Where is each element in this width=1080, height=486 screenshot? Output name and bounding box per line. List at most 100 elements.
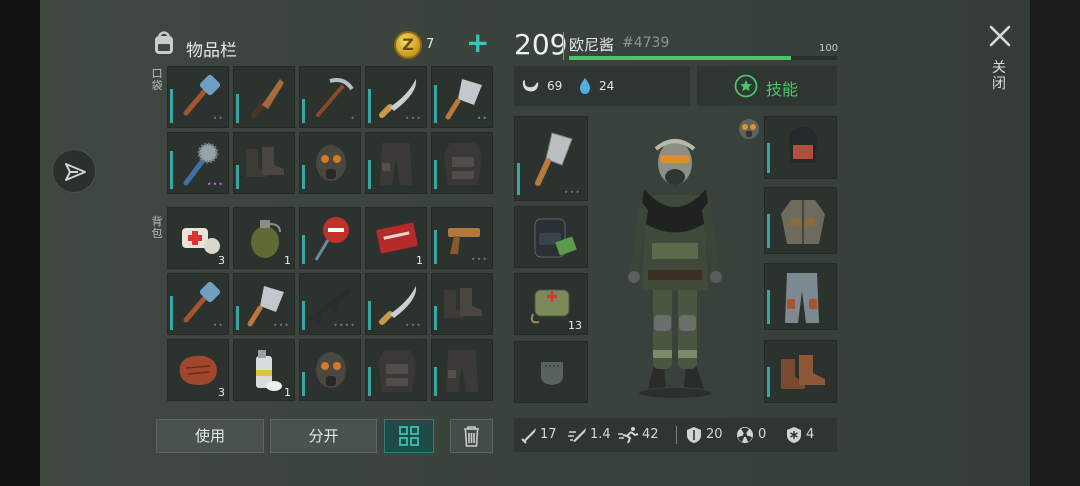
pants-icon [380,143,412,185]
backpack-item-icon [534,218,577,258]
game-screen: 物品栏 Z 7 + 口袋 背包 •• • ••• •• ••• 3 1 1 ••• •• ••• •… [0,0,1080,486]
backpack-slot[interactable]: ••• [233,273,295,335]
durability-bar [302,235,305,264]
durability-bar [170,296,173,330]
shield-icon [687,427,701,443]
durability-bar [302,99,305,123]
backpack-slot[interactable] [299,207,361,269]
item-count: 3 [218,254,225,267]
close-icon [989,25,1011,47]
item-count: 1 [284,386,291,399]
cold-icon [787,427,801,443]
item-count: 3 [218,386,225,399]
quality-dots: ••• [206,180,224,189]
backpack-slot[interactable]: 3 [167,207,229,269]
pocket-slot[interactable] [233,66,295,128]
backpack-slot[interactable]: •••• [299,273,361,335]
equip-body-slot[interactable] [764,187,837,254]
sort-grid-button[interactable] [384,419,434,453]
gas-mask-icon [316,352,346,388]
backpack-slot[interactable]: 1 [233,339,295,401]
sword-icon [521,428,536,444]
backpack-slot[interactable]: 3 [167,339,229,401]
pocket-slot[interactable] [299,132,361,194]
attack-speed-icon [568,428,586,442]
send-button[interactable] [52,149,96,193]
radiation-value: 0 [758,427,767,442]
equip-feet-slot[interactable] [764,340,837,403]
backpack-slot[interactable] [431,273,493,335]
durability-bar [368,89,371,123]
quality-dots: •• [212,114,224,123]
durability-bar [434,367,437,396]
jacket-icon [781,200,825,244]
stop-sign-icon [314,217,349,261]
durability-bar [434,160,437,189]
equip-head-slot[interactable] [764,116,837,179]
quality-dots: ••• [404,114,422,123]
player-tag: #4739 [622,35,670,51]
skills-label: 技能 [766,80,799,99]
spray-can-icon [256,350,282,391]
close-button[interactable] [986,22,1014,50]
backpack-icon [149,27,179,57]
gas-mask-icon [316,145,346,181]
pocket-slot[interactable] [233,132,295,194]
equip-bag-slot[interactable]: 13 [514,273,588,335]
radiation-icon [737,427,753,443]
quality-dots: •• [476,114,488,123]
backpack-label: 背包 [151,215,163,240]
quality-dots: •••• [333,321,356,330]
pocket-slot[interactable] [431,132,493,194]
cold-value: 4 [806,427,815,442]
add-coins-button[interactable]: + [466,28,489,58]
backpack-slot[interactable] [365,339,427,401]
food-value: 69 [547,79,563,93]
backpack-slot[interactable]: ••• [431,207,493,269]
backpack-slot[interactable]: •• [167,273,229,335]
quality-dots: ••• [404,321,422,330]
equip-legs-slot[interactable] [764,263,837,330]
pocket-slot[interactable]: • [299,66,361,128]
split-button[interactable]: 分开 [270,419,377,453]
boots-icon [246,147,284,177]
steak-icon [179,355,217,385]
pocket-slot[interactable]: •• [431,66,493,128]
equip-pocket-slot[interactable] [514,341,588,403]
equip-weapon-slot[interactable]: ••• [514,116,588,201]
durability-bar [302,165,305,189]
pants-icon [446,350,478,392]
quality-dots: •• [212,321,224,330]
quality-dots: ••• [470,255,488,264]
pocket-slot[interactable]: ••• [365,66,427,128]
backpack-slot[interactable]: 1 [233,207,295,269]
item-count: 1 [416,254,423,267]
water-value: 24 [599,79,615,93]
skills-button[interactable]: 技能 [697,66,837,106]
backpack-slot[interactable]: 1 [365,207,427,269]
backpack-slot[interactable] [431,339,493,401]
pocket-slot[interactable]: ••• [167,132,229,194]
bandage-icon [182,228,220,254]
water-drop-icon [579,78,591,94]
durability-bar [170,151,173,189]
level-divider [563,32,564,60]
pocket-icon [541,362,563,385]
durability-bar [434,230,437,264]
backpack-slot[interactable]: ••• [365,273,427,335]
trash-button[interactable] [450,419,493,453]
pocket-slot[interactable] [365,132,427,194]
durability-bar [434,306,437,330]
backpack-slot[interactable] [299,339,361,401]
use-button[interactable]: 使用 [156,419,264,453]
xp-max: 100 [819,43,839,54]
durability-bar [368,301,371,330]
close-label[interactable]: 关闭 [991,60,1007,92]
player-name: 欧尼酱 [569,36,615,54]
pocket-label: 口袋 [151,67,163,92]
durability-bar [236,94,239,123]
inventory-title: 物品栏 [186,41,237,61]
pocket-slot[interactable]: •• [167,66,229,128]
equip-backpack-slot[interactable] [514,206,588,268]
xp-bar-fill [569,56,791,60]
